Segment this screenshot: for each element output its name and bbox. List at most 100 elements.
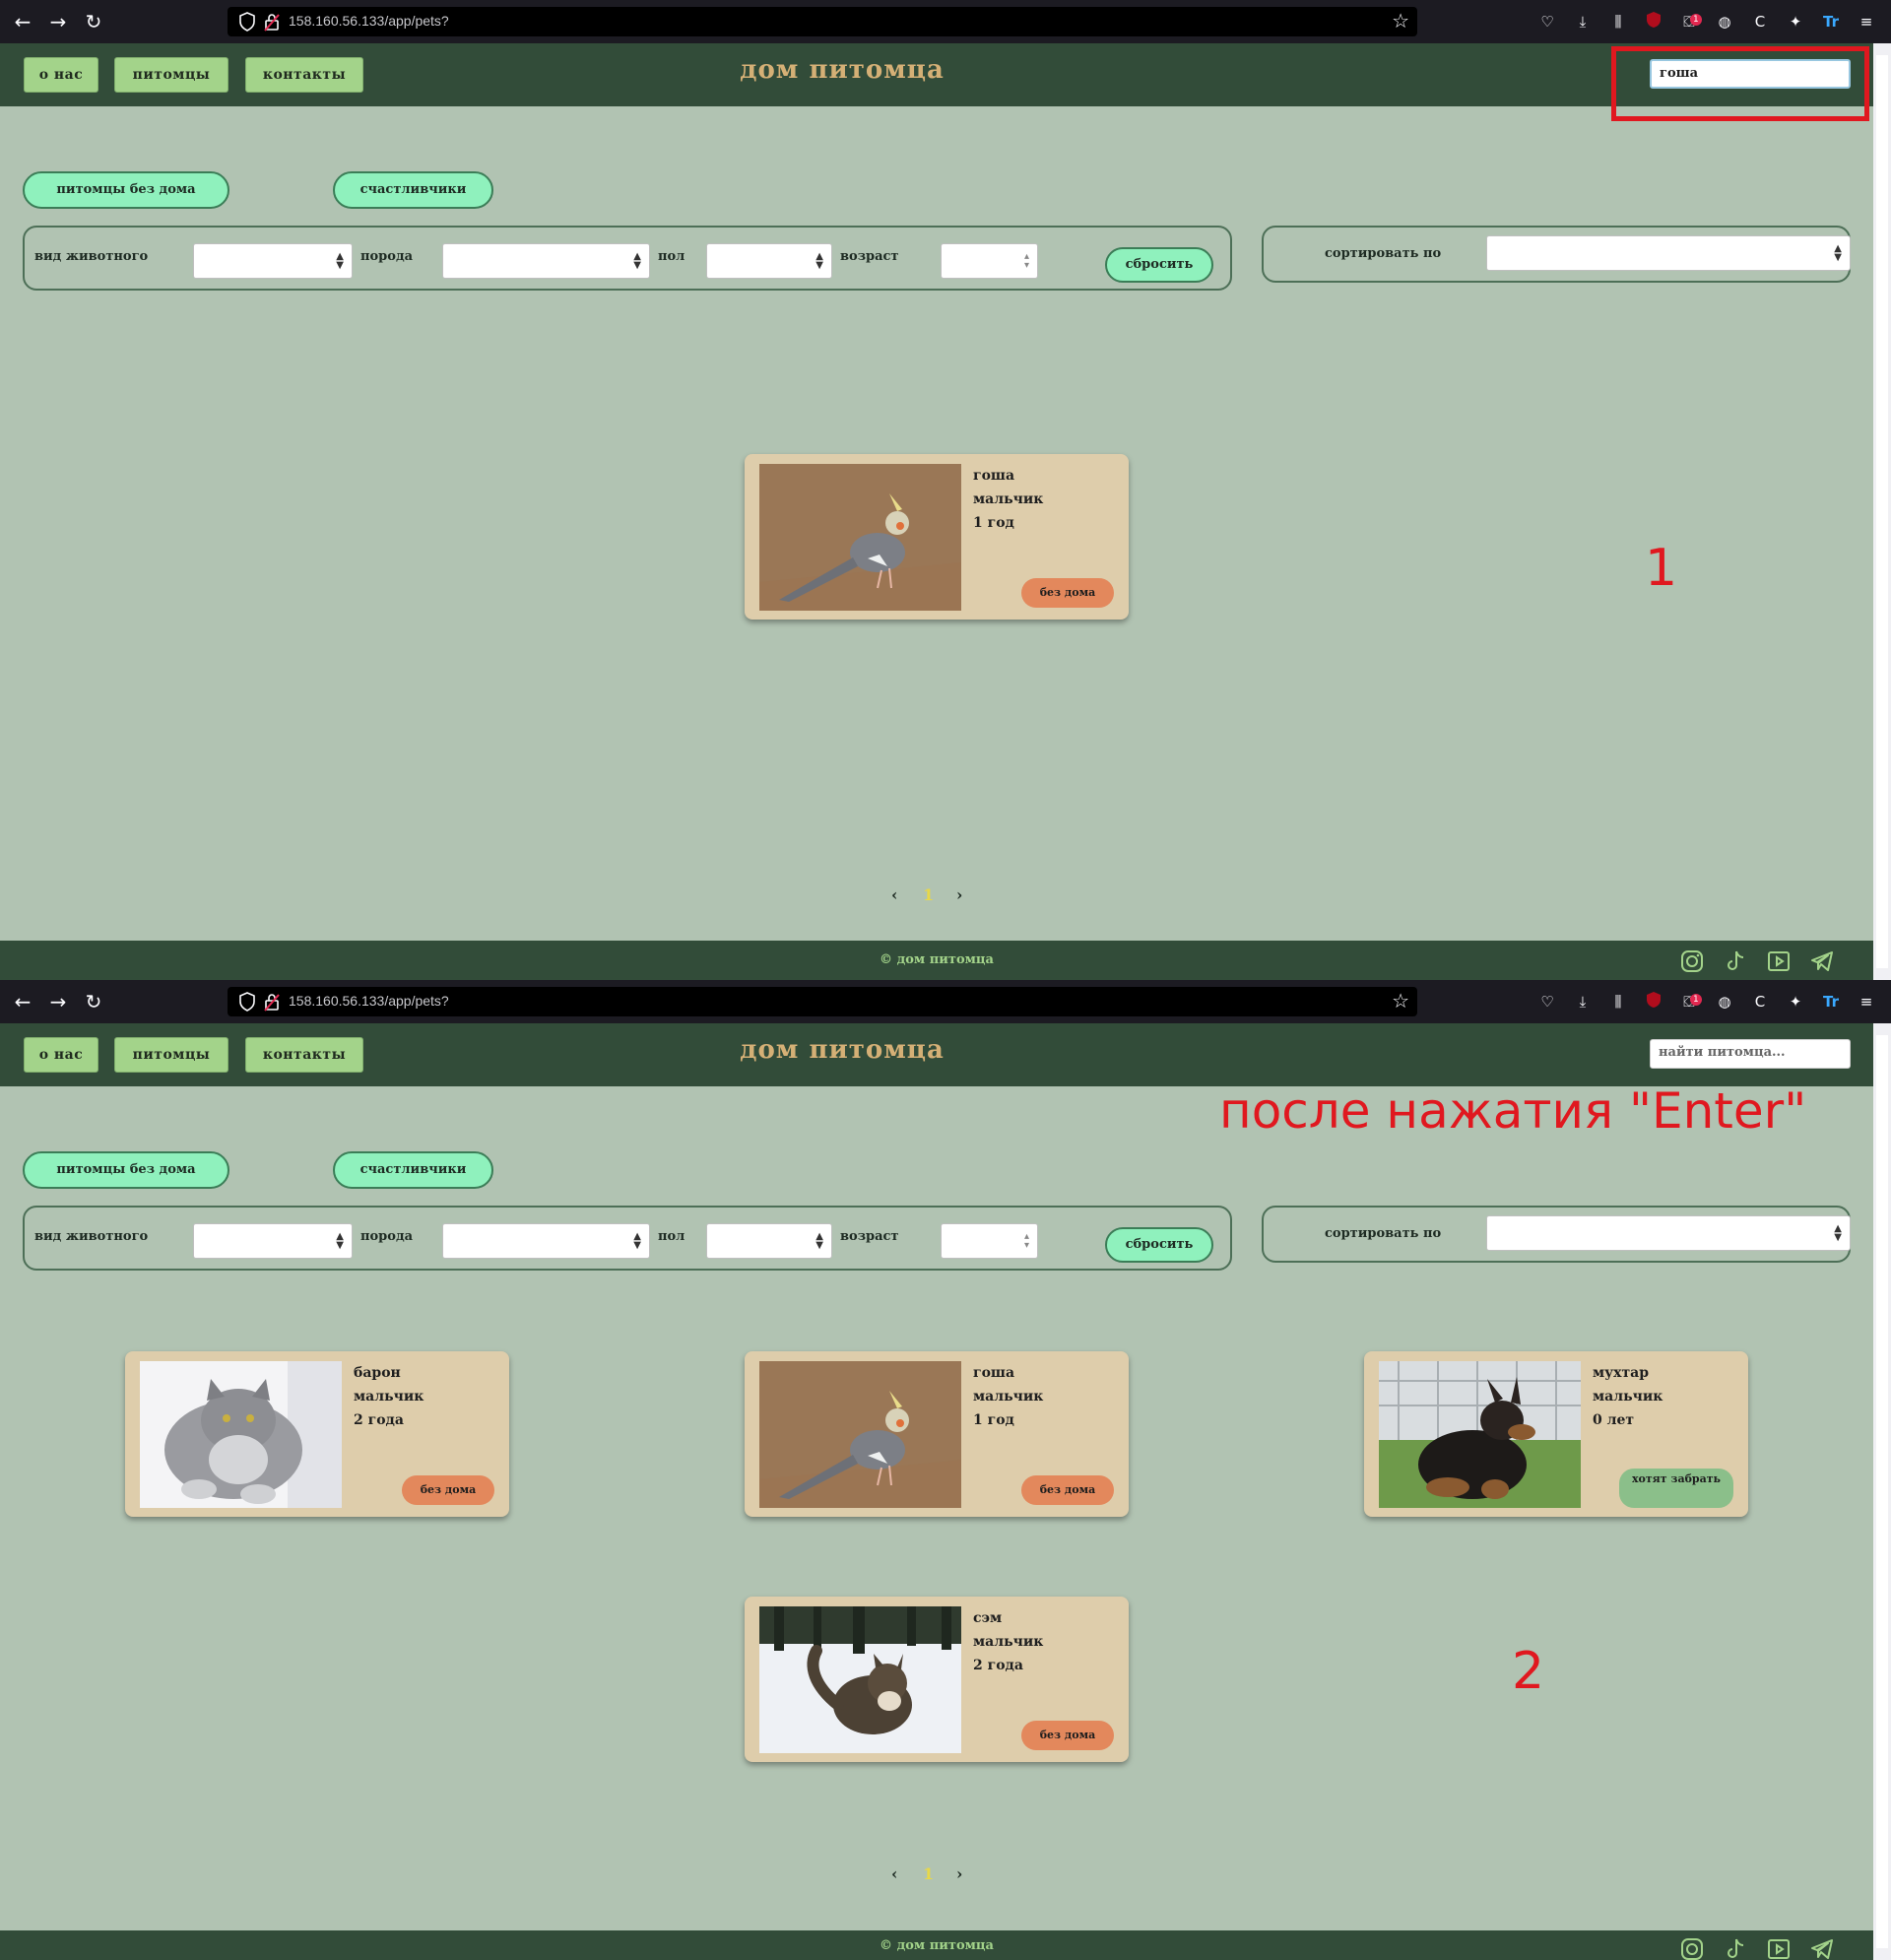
age-number-input[interactable]: ▴ ▾ [941, 243, 1038, 279]
site-title: дом питомца [740, 55, 945, 85]
address-bar[interactable]: 158.160.56.133/app/pets? ☆ [228, 7, 1417, 36]
nav-pets[interactable]: питомцы [114, 1037, 228, 1073]
current-page[interactable]: 1 [923, 1864, 934, 1883]
breed-label: порода [360, 1229, 414, 1244]
back-icon[interactable]: ← [10, 9, 35, 34]
extension-counter-icon[interactable]: ⛋ 1 [1678, 11, 1702, 33]
pocket-icon[interactable]: ♡ [1536, 991, 1558, 1013]
insecure-lock-icon [264, 994, 280, 1012]
spinner-icon[interactable]: ▴ ▾ [1024, 252, 1029, 271]
page-scrollbar[interactable] [1873, 1023, 1891, 1960]
select-arrows-icon: ▲ ▼ [633, 251, 641, 271]
telegram-icon[interactable] [1809, 1936, 1835, 1960]
site-footer: © дом питомца [0, 1930, 1873, 1960]
bookmark-star-icon[interactable]: ☆ [1392, 989, 1409, 1013]
extensions-puzzle-icon[interactable]: ✦ [1785, 11, 1806, 33]
forward-icon[interactable]: → [45, 9, 71, 34]
select-arrows-icon: ▲ ▼ [815, 251, 823, 271]
c-extension-icon[interactable]: C [1749, 11, 1771, 33]
pet-sex: мальчик [973, 1389, 1044, 1405]
prev-page-button[interactable]: ‹ [891, 885, 897, 904]
pet-age: 1 год [973, 1412, 1014, 1428]
tiktok-icon[interactable] [1723, 1936, 1748, 1960]
pet-card[interactable]: гоша мальчик 1 год без дома [745, 1351, 1129, 1517]
spinner-icon[interactable]: ▴ ▾ [1024, 1232, 1029, 1251]
scrollbar-thumb[interactable] [1876, 55, 1888, 968]
tab-homeless-pets[interactable]: питомцы без дома [23, 171, 229, 209]
sex-select[interactable]: ▲ ▼ [706, 1223, 832, 1259]
back-icon[interactable]: ← [10, 989, 35, 1014]
globe-icon[interactable]: ◍ [1714, 11, 1735, 33]
ublock-icon[interactable] [1643, 991, 1664, 1013]
status-badge: без дома [1021, 1721, 1114, 1750]
status-badge: без дома [1021, 578, 1114, 608]
next-page-button[interactable]: › [956, 1864, 962, 1883]
nav-contacts[interactable]: контакты [245, 57, 363, 93]
site-title: дом питомца [740, 1035, 945, 1065]
animal-type-select[interactable]: ▲ ▼ [193, 1223, 353, 1259]
next-page-button[interactable]: › [956, 885, 962, 904]
pet-card[interactable]: сэм мальчик 2 года без дома [745, 1597, 1129, 1762]
tiktok-icon[interactable] [1723, 948, 1748, 974]
sort-select[interactable]: ▲ ▼ [1486, 1215, 1851, 1251]
nav-about[interactable]: о нас [24, 1037, 98, 1073]
age-number-input[interactable]: ▴ ▾ [941, 1223, 1038, 1259]
pet-card[interactable]: барон мальчик 2 года без дома [125, 1351, 509, 1517]
reload-icon[interactable]: ↻ [81, 9, 106, 34]
menu-icon[interactable]: ≡ [1856, 991, 1877, 1013]
download-icon[interactable]: ⤓ [1572, 11, 1594, 33]
search-input[interactable]: найти питомца... [1650, 1039, 1851, 1069]
download-icon[interactable]: ⤓ [1572, 991, 1594, 1013]
animal-type-label: вид животного [34, 1229, 149, 1244]
c-extension-icon[interactable]: C [1749, 991, 1771, 1013]
library-icon[interactable]: ⫼ [1607, 11, 1629, 33]
globe-icon[interactable]: ◍ [1714, 991, 1735, 1013]
current-page[interactable]: 1 [923, 885, 934, 904]
pet-sex: мальчик [354, 1389, 424, 1405]
reload-icon[interactable]: ↻ [81, 989, 106, 1014]
tab-lucky-pets[interactable]: счастливчики [333, 171, 493, 209]
pocket-icon[interactable]: ♡ [1536, 11, 1558, 33]
pet-age: 2 года [354, 1412, 404, 1428]
pet-photo [1379, 1361, 1581, 1508]
tab-lucky-pets[interactable]: счастливчики [333, 1151, 493, 1189]
nav-contacts[interactable]: контакты [245, 1037, 363, 1073]
scrollbar-thumb[interactable] [1876, 1035, 1888, 1948]
page-scrollbar[interactable] [1873, 43, 1891, 980]
extension-counter-icon[interactable]: ⛋ 1 [1678, 991, 1702, 1013]
sex-select[interactable]: ▲ ▼ [706, 243, 832, 279]
pet-card[interactable]: гоша мальчик 1 год без дома [745, 454, 1129, 620]
pet-photo [759, 1361, 961, 1508]
animal-type-select[interactable]: ▲ ▼ [193, 243, 353, 279]
youtube-icon[interactable] [1766, 948, 1792, 974]
pet-card[interactable]: мухтар мальчик 0 лет хотят забрать [1364, 1351, 1748, 1517]
pet-photo [140, 1361, 342, 1508]
bookmark-star-icon[interactable]: ☆ [1392, 9, 1409, 33]
translate-extension-icon[interactable]: Tr [1820, 991, 1842, 1013]
nav-about[interactable]: о нас [24, 57, 98, 93]
instagram-icon[interactable] [1679, 1936, 1705, 1960]
tab-homeless-pets[interactable]: питомцы без дома [23, 1151, 229, 1189]
reset-filters-button[interactable]: сбросить [1105, 1227, 1213, 1263]
nav-pets[interactable]: питомцы [114, 57, 228, 93]
sort-select[interactable]: ▲ ▼ [1486, 235, 1851, 271]
extensions-puzzle-icon[interactable]: ✦ [1785, 991, 1806, 1013]
breed-select[interactable]: ▲ ▼ [442, 243, 650, 279]
site-page: о нас питомцы контакты дом питомца найти… [0, 1023, 1873, 1960]
menu-icon[interactable]: ≡ [1856, 11, 1877, 33]
prev-page-button[interactable]: ‹ [891, 1864, 897, 1883]
breed-select[interactable]: ▲ ▼ [442, 1223, 650, 1259]
instagram-icon[interactable] [1679, 948, 1705, 974]
translate-extension-icon[interactable]: Tr [1820, 11, 1842, 33]
insecure-lock-icon [264, 14, 280, 32]
reset-filters-button[interactable]: сбросить [1105, 247, 1213, 283]
youtube-icon[interactable] [1766, 1936, 1792, 1960]
ublock-icon[interactable] [1643, 11, 1664, 33]
library-icon[interactable]: ⫼ [1607, 991, 1629, 1013]
forward-icon[interactable]: → [45, 989, 71, 1014]
pet-photo [759, 464, 961, 611]
address-bar[interactable]: 158.160.56.133/app/pets? ☆ [228, 987, 1417, 1016]
status-badge: без дома [402, 1475, 494, 1505]
select-arrows-icon: ▲ ▼ [1834, 1223, 1842, 1243]
telegram-icon[interactable] [1809, 948, 1835, 974]
